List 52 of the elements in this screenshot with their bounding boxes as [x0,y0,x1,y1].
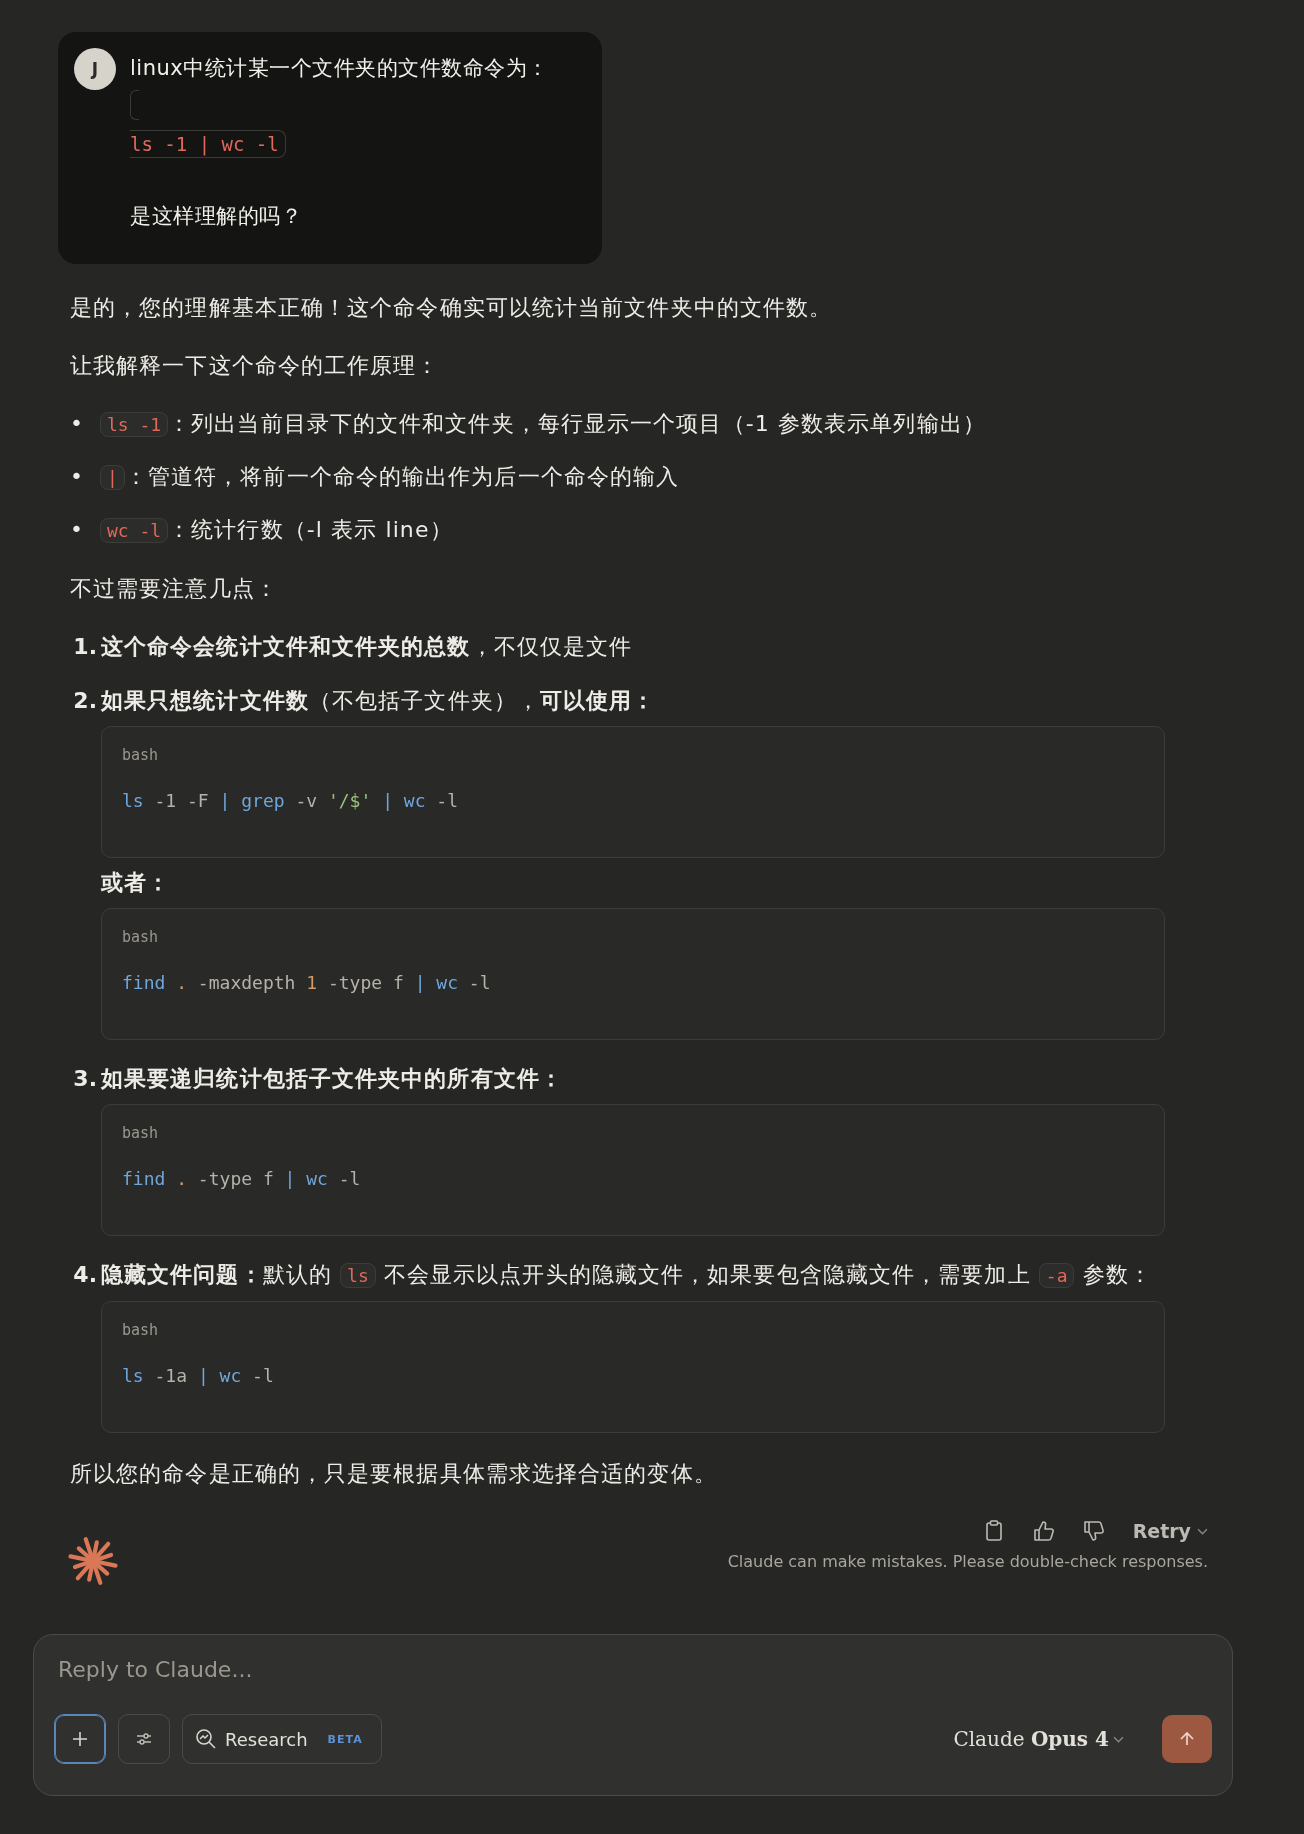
inline-code: ls [340,1263,376,1288]
bullet-marker: • [70,410,80,438]
message-text: linux中统计某一个文件夹的文件数命令为： [130,55,549,82]
code-language: bash [122,927,160,948]
list-number: 1. [72,633,97,661]
code-language: bash [122,1123,160,1144]
send-button[interactable] [1162,1715,1212,1763]
code-language: bash [122,745,160,766]
list-item-text: 隐藏文件问题：默认的 ls 不会显示以点开头的隐藏文件，如果要包含隐藏文件，需要加上 -a 参数： [101,1261,1153,1290]
user-avatar: J [74,48,116,90]
research-button[interactable]: Research BETA [182,1714,382,1764]
reply-field[interactable]: Reply to Claude... [54,1651,762,1688]
model-selector[interactable]: Claude Opus 4 [953,1727,1124,1751]
list-item-text: | ：管道符，将前一个命令的输出作为后一个命令的输入 [100,457,680,498]
paragraph: 不过需要注意几点： [70,575,279,603]
starburst-icon [68,1536,118,1586]
tools-button[interactable] [118,1714,170,1764]
code-language: bash [122,1320,160,1341]
paragraph: 让我解释一下这个命令的工作原理： [70,352,441,380]
code-line: find . -type f | wc -l [122,1167,362,1191]
thumbs-down-icon[interactable] [1082,1520,1105,1542]
search-icon [195,1728,217,1750]
disclaimer: Claude can make mistakes. Please double-check responses. [727,1552,1208,1571]
paragraph: 所以您的命令是正确的，只是要根据具体需求选择合适的变体。 [70,1460,718,1488]
list-item-text: 如果只想统计文件数（不包括子文件夹），可以使用： [101,687,657,715]
list-number: 3. [72,1065,97,1093]
list-item-text: ls -1 ：列出当前目录下的文件和文件夹，每行显示一个项目（-1 参数表示单列输出） [100,404,986,445]
inline-code: wc -l [100,518,169,543]
caret-icon [1113,1735,1124,1743]
bullet-marker: • [70,516,80,544]
list-number: 4. [72,1261,97,1289]
code-fragment [130,90,139,120]
code-line: ls -1 -F | grep -v '/$' | wc -l [122,789,459,813]
inline-code: ls -1 [100,412,169,437]
list-item-text: 这个命令会统计文件和文件夹的总数，不仅仅是文件 [101,633,634,661]
paragraph: 或者： [101,869,172,897]
inline-code: | [100,465,125,490]
list-number: 2. [72,687,97,715]
inline-code: ls -1 | wc -l [130,130,286,158]
code-line: ls -1a | wc -l [122,1364,275,1388]
plus-icon [70,1729,90,1749]
retry-button[interactable]: Retry [1132,1520,1208,1542]
code-line: find . -maxdepth 1 -type f | wc -l [122,971,492,995]
list-item-text: wc -l ：统计行数（-l 表示 line） [100,510,453,551]
list-item-text: 如果要递归统计包括子文件夹中的所有文件： [101,1065,564,1093]
add-button[interactable] [54,1714,106,1764]
caret-icon [1197,1527,1208,1535]
bullet-marker: • [70,463,80,491]
inline-code: -a [1038,1263,1075,1288]
thumbs-up-icon[interactable] [1032,1520,1055,1542]
paragraph: 是的，您的理解基本正确！这个命令确实可以统计当前文件夹中的文件数。 [70,294,834,322]
message-text: 是这样理解的吗？ [130,203,302,230]
